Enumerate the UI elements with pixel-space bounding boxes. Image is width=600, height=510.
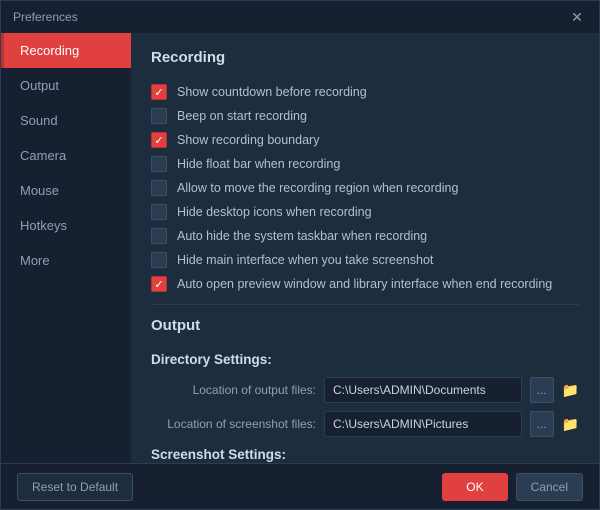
- checkbox-label-taskbar: Auto hide the system taskbar when record…: [177, 229, 427, 243]
- screenshot-settings-subtitle: Screenshot Settings:: [151, 447, 579, 462]
- sidebar-item-camera[interactable]: Camera: [1, 138, 131, 173]
- screenshot-files-row: Location of screenshot files: ... 📁: [151, 411, 579, 437]
- sidebar-item-output[interactable]: Output: [1, 68, 131, 103]
- output-files-input[interactable]: [324, 377, 522, 403]
- sidebar-item-hotkeys[interactable]: Hotkeys: [1, 208, 131, 243]
- output-files-label: Location of output files:: [151, 383, 316, 397]
- checkbox-countdown[interactable]: ✓: [151, 84, 167, 100]
- footer: Reset to Default OK Cancel: [1, 463, 599, 509]
- checkbox-label-countdown: Show countdown before recording: [177, 85, 367, 99]
- checkbox-autoopen[interactable]: ✓: [151, 276, 167, 292]
- checkbox-label-autoopen: Auto open preview window and library int…: [177, 277, 552, 291]
- cancel-button[interactable]: Cancel: [516, 473, 583, 501]
- checkbox-beep[interactable]: [151, 108, 167, 124]
- checkbox-item-autoopen: ✓ Auto open preview window and library in…: [151, 276, 579, 292]
- checkboxes-list: ✓ Show countdown before recording Beep on …: [151, 84, 579, 292]
- checkbox-label-maininterface: Hide main interface when you take screen…: [177, 253, 433, 267]
- directory-settings-subtitle: Directory Settings:: [151, 352, 579, 367]
- output-files-row: Location of output files: ... 📁: [151, 377, 579, 403]
- checkbox-label-boundary: Show recording boundary: [177, 133, 319, 147]
- screenshot-files-label: Location of screenshot files:: [151, 417, 316, 431]
- checkbox-item-desktopicons: Hide desktop icons when recording: [151, 204, 579, 220]
- title-bar: Preferences ✕: [1, 1, 599, 33]
- sidebar: RecordingOutputSoundCameraMouseHotkeysMo…: [1, 33, 131, 463]
- screenshot-files-folder-button[interactable]: 📁: [562, 411, 579, 437]
- checkbox-item-moveregion: Allow to move the recording region when …: [151, 180, 579, 196]
- checkbox-label-moveregion: Allow to move the recording region when …: [177, 181, 458, 195]
- screenshot-files-dots-button[interactable]: ...: [530, 411, 554, 437]
- output-files-folder-button[interactable]: 📁: [562, 377, 579, 403]
- checkbox-label-beep: Beep on start recording: [177, 109, 307, 123]
- checkbox-moveregion[interactable]: [151, 180, 167, 196]
- checkbox-item-taskbar: Auto hide the system taskbar when record…: [151, 228, 579, 244]
- footer-right: OK Cancel: [442, 473, 583, 501]
- checkbox-item-boundary: ✓ Show recording boundary: [151, 132, 579, 148]
- sidebar-item-recording[interactable]: Recording: [1, 33, 131, 68]
- sidebar-item-more[interactable]: More: [1, 243, 131, 278]
- recording-section-title: Recording: [151, 49, 579, 72]
- checkbox-item-countdown: ✓ Show countdown before recording: [151, 84, 579, 100]
- checkbox-item-floatbar: Hide float bar when recording: [151, 156, 579, 172]
- reset-button[interactable]: Reset to Default: [17, 473, 133, 501]
- content-area: Recording ✓ Show countdown before recordi…: [131, 33, 599, 463]
- checkbox-maininterface[interactable]: [151, 252, 167, 268]
- checkbox-label-desktopicons: Hide desktop icons when recording: [177, 205, 372, 219]
- close-button[interactable]: ✕: [567, 7, 587, 27]
- checkbox-label-floatbar: Hide float bar when recording: [177, 157, 340, 171]
- title-bar-label: Preferences: [13, 10, 78, 24]
- checkbox-floatbar[interactable]: [151, 156, 167, 172]
- main-area: RecordingOutputSoundCameraMouseHotkeysMo…: [1, 33, 599, 463]
- screenshot-files-input[interactable]: [324, 411, 522, 437]
- checkbox-item-maininterface: Hide main interface when you take screen…: [151, 252, 579, 268]
- preferences-dialog: Preferences ✕ RecordingOutputSoundCamera…: [0, 0, 600, 510]
- ok-button[interactable]: OK: [442, 473, 507, 501]
- checkbox-taskbar[interactable]: [151, 228, 167, 244]
- checkbox-item-beep: Beep on start recording: [151, 108, 579, 124]
- section-divider: [151, 304, 579, 305]
- sidebar-item-sound[interactable]: Sound: [1, 103, 131, 138]
- sidebar-item-mouse[interactable]: Mouse: [1, 173, 131, 208]
- checkbox-boundary[interactable]: ✓: [151, 132, 167, 148]
- output-files-dots-button[interactable]: ...: [530, 377, 554, 403]
- checkbox-desktopicons[interactable]: [151, 204, 167, 220]
- output-section-title: Output: [151, 317, 579, 340]
